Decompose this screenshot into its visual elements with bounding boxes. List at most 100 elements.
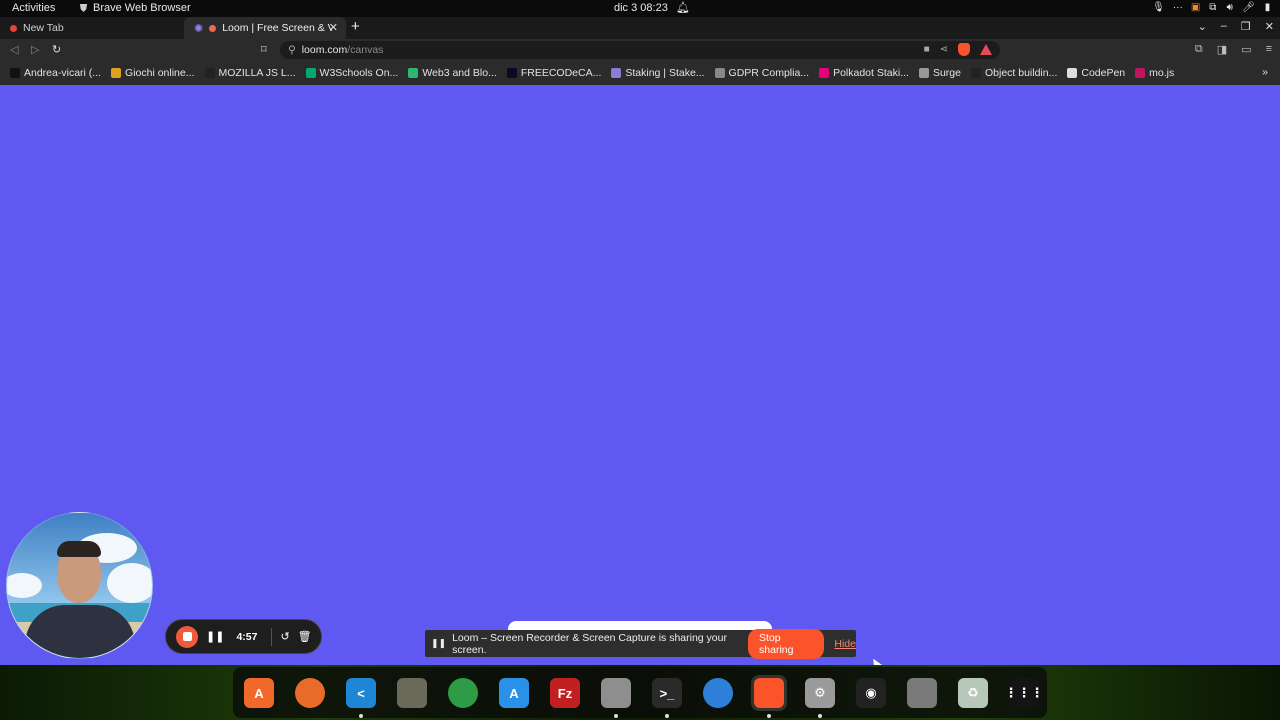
recording-timer: 4:57 <box>236 630 258 643</box>
cloud <box>107 563 152 603</box>
stop-sharing-button[interactable]: Stop sharing <box>748 628 825 659</box>
bookmark-item[interactable]: MOZILLA JS L... <box>204 67 296 79</box>
mojs-icon <box>1135 68 1146 78</box>
files-icon[interactable] <box>598 675 634 718</box>
filezilla-icon[interactable]: Fz <box>547 675 583 711</box>
bookmark-item[interactable]: Staking | Stake... <box>611 67 705 79</box>
github-icon <box>10 68 20 78</box>
bookmarks-bar: Andrea-vicari (... Giochi online... MOZILL… <box>0 61 1280 85</box>
bookmark-item[interactable]: Andrea-vicari (... <box>10 67 101 79</box>
wallet-icon[interactable]: ▭ <box>1241 43 1251 56</box>
chrome-icon[interactable] <box>445 675 481 711</box>
battery-icon[interactable]: ▮ <box>1263 2 1272 13</box>
share-icon[interactable]: ⋖ <box>940 44 948 55</box>
dock: A < A Fz >_ ⚙ ◉ ♻ ⋮⋮⋮ <box>233 667 1047 718</box>
terminal-glyph: >_ <box>652 678 682 708</box>
restart-button[interactable]: ↺ <box>280 630 289 643</box>
camera-in-use-icon[interactable]: ■ <box>924 44 930 55</box>
bookmark-item[interactable]: mo.js <box>1135 67 1174 79</box>
device-icon[interactable] <box>904 675 940 711</box>
menu-icon[interactable]: ≡ <box>1266 43 1272 56</box>
brave-icon[interactable] <box>751 675 787 718</box>
clock[interactable]: dic 3 08:23 <box>614 2 668 14</box>
sidebar-icon[interactable]: ◨ <box>1217 43 1227 56</box>
window-controls: ⌄ – ❐ ✕ <box>1198 20 1274 33</box>
brave-rewards-icon[interactable] <box>980 44 992 55</box>
toolbar-right: ⧉ ◨ ▭ ≡ <box>1195 43 1272 56</box>
notification-bell-icon[interactable]: 🔔︎ <box>676 1 690 14</box>
tab-list-chevron-icon[interactable]: ⌄ <box>1198 20 1207 33</box>
bookmark-label: Surge <box>932 67 961 79</box>
bookmark-item[interactable]: Object buildin... <box>970 67 1058 79</box>
close-tab-icon[interactable]: ✕ <box>329 21 338 34</box>
bookmark-icon[interactable]: ⌑ <box>261 43 267 56</box>
address-actions: ■ ⋖ <box>924 43 992 56</box>
webcam-bubble[interactable] <box>6 512 153 659</box>
system-tray[interactable]: 🎙︎ ··· ▣ ⧉ 🔊︎ 🎤︎ ▮ <box>1152 2 1272 13</box>
network-icon[interactable]: ⧉ <box>1208 2 1217 13</box>
microphone-icon[interactable]: 🎙︎ <box>1152 2 1165 13</box>
settings-glyph: ⚙ <box>805 678 835 708</box>
bookmark-label: mo.js <box>1149 67 1175 79</box>
tab-loom[interactable]: ✺ Loom | Free Screen & V ✕ <box>184 17 346 39</box>
delete-button[interactable]: 🗑︎ <box>298 630 312 643</box>
address-bar[interactable]: ⚲ loom.com /canvas ■ ⋖ <box>280 41 1000 59</box>
tab-new-tab[interactable]: New Tab <box>0 17 182 39</box>
screen-sharing-bar: ❚❚ Loom – Screen Recorder & Screen Captu… <box>425 628 856 659</box>
ethereum-icon <box>611 68 622 78</box>
new-tab-button[interactable]: + <box>351 18 360 35</box>
bookmark-item[interactable]: FREECODeCA... <box>506 67 601 79</box>
minimize-icon[interactable]: – <box>1221 20 1227 33</box>
bookmark-label: Object buildin... <box>984 67 1058 79</box>
globe-icon <box>714 68 725 78</box>
activities-button[interactable]: Activities <box>12 2 55 14</box>
brave-shields-icon[interactable] <box>958 43 970 56</box>
hide-sharing-bar-link[interactable]: Hide <box>834 638 856 650</box>
site-info-icon[interactable]: ⚲ <box>288 44 296 56</box>
bookmark-item[interactable]: CodePen <box>1067 67 1125 79</box>
appstore-glyph: A <box>499 678 529 708</box>
stop-recording-button[interactable] <box>176 625 198 648</box>
polkadot-icon <box>819 68 830 78</box>
firefox-icon[interactable] <box>292 675 328 711</box>
reload-button[interactable]: ↻ <box>52 43 61 56</box>
bookmark-item[interactable]: W3Schools On... <box>305 67 398 79</box>
app-center-icon[interactable]: A <box>241 675 277 711</box>
device-glyph <box>907 678 937 708</box>
mic-status-icon[interactable]: 🎤︎ <box>1242 2 1255 13</box>
codepen-icon <box>1067 68 1078 78</box>
close-window-icon[interactable]: ✕ <box>1265 20 1274 33</box>
bookmark-item[interactable]: Polkadot Staki... <box>819 67 909 79</box>
maximize-icon[interactable]: ❐ <box>1241 20 1251 33</box>
app-grid-icon[interactable]: ⋮⋮⋮ <box>1005 675 1044 711</box>
system-top-bar: Activities Brave Web Browser dic 3 08:23… <box>0 0 1280 17</box>
forward-button[interactable]: ▷ <box>31 43 39 56</box>
bookmark-item[interactable]: Surge <box>918 67 961 79</box>
gimp-icon[interactable] <box>394 675 430 711</box>
bookmark-item[interactable]: Giochi online... <box>111 67 195 79</box>
terminal-icon[interactable]: >_ <box>649 675 685 718</box>
settings-icon[interactable]: ⚙ <box>802 675 838 718</box>
extensions-icon[interactable]: ⧉ <box>1195 43 1203 56</box>
app-menu[interactable]: Brave Web Browser <box>79 2 191 14</box>
running-indicator <box>818 714 822 718</box>
appstore-icon[interactable]: A <box>496 675 532 711</box>
thunderbird-icon[interactable] <box>700 675 736 711</box>
more-icon[interactable]: ··· <box>1173 2 1183 13</box>
app-center-glyph: A <box>244 678 274 708</box>
bookmark-item[interactable]: GDPR Complia... <box>714 67 809 79</box>
running-indicator <box>767 714 771 718</box>
screenshot-icon[interactable]: ◉ <box>853 675 889 711</box>
bookmark-item[interactable]: Web3 and Blo... <box>408 67 497 79</box>
person-body <box>25 605 135 658</box>
back-button[interactable]: ◁ <box>10 43 18 56</box>
screen-share-indicator-icon[interactable]: ▣ <box>1191 2 1200 13</box>
bookmark-label: CodePen <box>1081 67 1126 79</box>
vscode-icon[interactable]: < <box>343 675 379 718</box>
more-bookmarks-icon[interactable]: » <box>1262 66 1268 78</box>
trash-icon[interactable]: ♻ <box>955 675 991 711</box>
tab-title: Loom | Free Screen & V <box>222 22 333 34</box>
pause-button[interactable]: ❚❚ <box>206 630 224 643</box>
volume-icon[interactable]: 🔊︎ <box>1225 2 1234 13</box>
thunderbird-glyph <box>703 678 733 708</box>
